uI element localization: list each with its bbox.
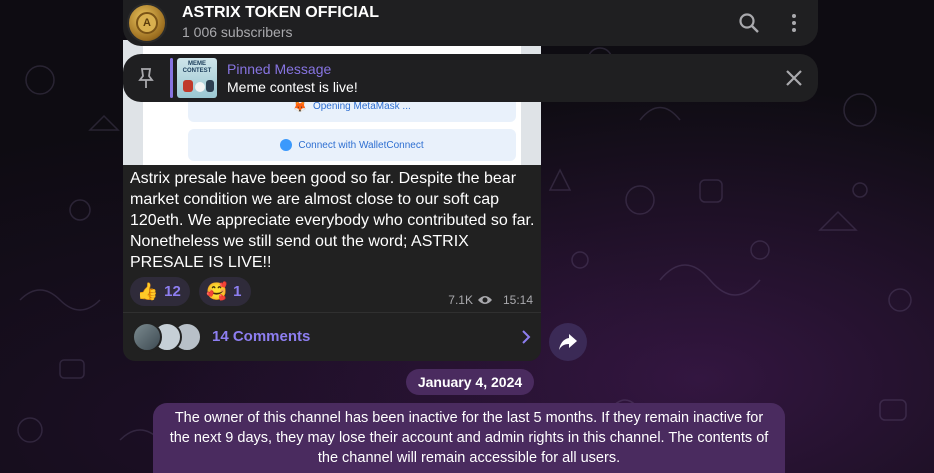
share-arrow-icon bbox=[559, 334, 577, 350]
pinned-thumbnail: MEME CONTEST bbox=[177, 58, 217, 98]
pinned-label: Pinned Message bbox=[227, 61, 332, 77]
pin-icon[interactable] bbox=[136, 67, 156, 89]
post-time: 15:14 bbox=[502, 293, 533, 307]
pinned-accent-bar bbox=[170, 58, 173, 98]
share-button[interactable] bbox=[549, 323, 587, 361]
thumbs-up-emoji: 👍 bbox=[137, 282, 159, 301]
subscriber-count: 1 006 subscribers bbox=[182, 24, 293, 40]
pinned-message-bar[interactable]: MEME CONTEST Pinned Message Meme contest… bbox=[123, 54, 818, 102]
reaction-love[interactable]: 🥰 1 bbox=[199, 277, 251, 306]
commenter-avatar bbox=[132, 322, 162, 352]
thumb-caption: MEME CONTEST bbox=[182, 61, 212, 74]
more-vertical-icon[interactable] bbox=[782, 11, 806, 35]
eye-icon bbox=[477, 296, 492, 304]
reaction-count: 1 bbox=[233, 283, 242, 300]
reaction-count: 12 bbox=[164, 283, 181, 300]
search-icon[interactable] bbox=[737, 11, 761, 35]
inactive-owner-notice: The owner of this channel has been inact… bbox=[153, 403, 785, 473]
post-text: Astrix presale have been good so far. De… bbox=[130, 170, 535, 271]
walletconnect-icon bbox=[280, 139, 293, 151]
view-count: 7.1K bbox=[448, 293, 473, 307]
smiling-hearts-emoji: 🥰 bbox=[206, 282, 228, 301]
chevron-right-icon bbox=[522, 330, 531, 344]
reaction-thumbs-up[interactable]: 👍 12 bbox=[130, 277, 190, 306]
channel-title[interactable]: ASTRIX TOKEN OFFICIAL bbox=[182, 4, 379, 22]
post-meta: 7.1K 15:14 bbox=[448, 293, 533, 307]
comments-button[interactable]: 14 Comments bbox=[123, 313, 541, 361]
avatar-logo: A bbox=[136, 12, 158, 34]
date-separator: January 4, 2024 bbox=[406, 369, 534, 395]
close-icon[interactable] bbox=[784, 68, 804, 88]
walletconnect-button-image: Connect with WalletConnect bbox=[188, 129, 516, 161]
pinned-text: Meme contest is live! bbox=[227, 79, 358, 95]
channel-header[interactable]: A ASTRIX TOKEN OFFICIAL 1 006 subscriber… bbox=[123, 0, 818, 46]
channel-avatar[interactable]: A bbox=[127, 3, 167, 43]
comments-label: 14 Comments bbox=[212, 328, 311, 345]
